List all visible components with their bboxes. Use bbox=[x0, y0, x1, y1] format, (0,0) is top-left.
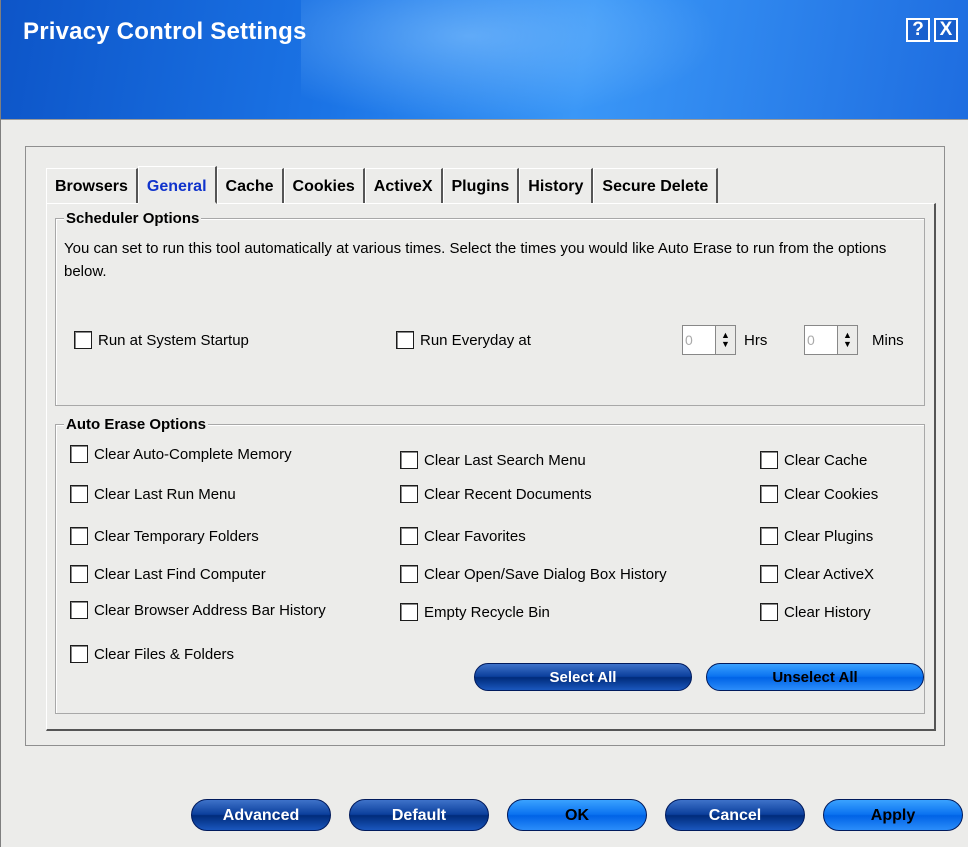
run-everyday-label: Run Everyday at bbox=[420, 331, 531, 349]
tab-cookies[interactable]: Cookies bbox=[283, 168, 365, 204]
run-startup-checkbox[interactable]: Run at System Startup bbox=[74, 331, 249, 349]
checkbox-label: Clear Cookies bbox=[784, 485, 879, 503]
checkbox-label: Clear Files & Folders bbox=[94, 645, 235, 663]
hours-input[interactable]: 0 bbox=[682, 325, 716, 355]
checkbox-label: Clear Auto-Complete Memory bbox=[94, 445, 292, 463]
tab-content: Scheduler Options You can set to run thi… bbox=[46, 203, 936, 731]
checkbox-label: Clear Open/Save Dialog Box History bbox=[424, 565, 667, 583]
tab-strip: Browsers General Cache Cookies ActiveX P… bbox=[46, 166, 719, 204]
empty-recycle-bin-checkbox[interactable]: Empty Recycle Bin bbox=[400, 603, 550, 621]
tab-cache[interactable]: Cache bbox=[216, 168, 284, 204]
advanced-button[interactable]: Advanced bbox=[191, 799, 331, 831]
checkbox-box[interactable] bbox=[400, 565, 418, 583]
tab-plugins[interactable]: Plugins bbox=[442, 168, 520, 204]
checkbox-label: Clear Last Run Menu bbox=[94, 485, 236, 503]
tab-history[interactable]: History bbox=[519, 168, 594, 204]
clear-temp-folders-checkbox[interactable]: Clear Temporary Folders bbox=[70, 527, 259, 545]
tab-general[interactable]: General bbox=[137, 166, 217, 204]
checkbox-label: Empty Recycle Bin bbox=[424, 603, 550, 621]
checkbox-label: Clear Cache bbox=[784, 451, 868, 469]
hours-spin-buttons[interactable]: ▲ ▼ bbox=[716, 325, 736, 355]
privacy-settings-window: Privacy Control Settings ? X Browsers Ge… bbox=[0, 0, 968, 847]
checkbox-box[interactable] bbox=[396, 331, 414, 349]
clear-autocomplete-checkbox[interactable]: Clear Auto-Complete Memory bbox=[70, 445, 292, 463]
cancel-button[interactable]: Cancel bbox=[665, 799, 805, 831]
close-icon[interactable]: X bbox=[934, 18, 958, 42]
minutes-input[interactable]: 0 bbox=[804, 325, 838, 355]
clear-cookies-checkbox[interactable]: Clear Cookies bbox=[760, 485, 878, 503]
checkbox-box[interactable] bbox=[70, 485, 88, 503]
checkbox-box[interactable] bbox=[760, 527, 778, 545]
checkbox-label: Clear Browser Address Bar History bbox=[94, 601, 326, 619]
minutes-label: Mins bbox=[872, 331, 904, 349]
scheduler-group: Scheduler Options You can set to run thi… bbox=[55, 210, 925, 406]
checkbox-label: Clear History bbox=[784, 603, 871, 621]
auto-erase-title: Auto Erase Options bbox=[64, 416, 209, 433]
select-all-button[interactable]: Select All bbox=[474, 663, 692, 691]
checkbox-box[interactable] bbox=[70, 645, 88, 663]
clear-plugins-checkbox[interactable]: Clear Plugins bbox=[760, 527, 873, 545]
clear-recent-docs-checkbox[interactable]: Clear Recent Documents bbox=[400, 485, 592, 503]
checkbox-box[interactable] bbox=[70, 527, 88, 545]
checkbox-label: Clear Favorites bbox=[424, 527, 526, 545]
checkbox-box[interactable] bbox=[760, 451, 778, 469]
hours-stepper[interactable]: 0 ▲ ▼ Hrs bbox=[682, 325, 767, 355]
clear-files-folders-checkbox[interactable]: Clear Files & Folders bbox=[70, 645, 234, 663]
default-button[interactable]: Default bbox=[349, 799, 489, 831]
spin-down-icon[interactable]: ▼ bbox=[721, 340, 730, 349]
clear-last-run-checkbox[interactable]: Clear Last Run Menu bbox=[70, 485, 236, 503]
checkbox-label: Clear ActiveX bbox=[784, 565, 875, 583]
help-icon[interactable]: ? bbox=[906, 18, 930, 42]
scheduler-title: Scheduler Options bbox=[64, 210, 202, 227]
checkbox-label: Clear Temporary Folders bbox=[94, 527, 259, 545]
checkbox-box[interactable] bbox=[70, 445, 88, 463]
hours-label: Hrs bbox=[744, 331, 768, 349]
scheduler-description: You can set to run this tool automatical… bbox=[64, 240, 887, 280]
run-startup-label: Run at System Startup bbox=[98, 331, 249, 349]
checkbox-box[interactable] bbox=[760, 485, 778, 503]
checkbox-box[interactable] bbox=[400, 603, 418, 621]
minutes-spin-buttons[interactable]: ▲ ▼ bbox=[838, 325, 858, 355]
window-title: Privacy Control Settings bbox=[23, 18, 307, 45]
checkbox-box[interactable] bbox=[400, 485, 418, 503]
clear-history-checkbox[interactable]: Clear History bbox=[760, 603, 871, 621]
checkbox-box[interactable] bbox=[400, 527, 418, 545]
spin-down-icon[interactable]: ▼ bbox=[843, 340, 852, 349]
minutes-stepper[interactable]: 0 ▲ ▼ Mins bbox=[804, 325, 904, 355]
tab-browsers[interactable]: Browsers bbox=[46, 168, 138, 204]
checkbox-label: Clear Plugins bbox=[784, 527, 874, 545]
run-everyday-checkbox[interactable]: Run Everyday at bbox=[396, 331, 531, 349]
checkbox-box[interactable] bbox=[70, 565, 88, 583]
clear-activex-checkbox[interactable]: Clear ActiveX bbox=[760, 565, 874, 583]
auto-erase-group: Auto Erase Options Clear Auto-Complete M… bbox=[55, 416, 925, 714]
clear-cache-checkbox[interactable]: Clear Cache bbox=[760, 451, 867, 469]
checkbox-box[interactable] bbox=[760, 565, 778, 583]
tab-secure-delete[interactable]: Secure Delete bbox=[593, 168, 719, 204]
unselect-all-button[interactable]: Unselect All bbox=[706, 663, 924, 691]
checkbox-box[interactable] bbox=[400, 451, 418, 469]
clear-last-find-checkbox[interactable]: Clear Last Find Computer bbox=[70, 565, 266, 583]
clear-favorites-checkbox[interactable]: Clear Favorites bbox=[400, 527, 526, 545]
ok-button[interactable]: OK bbox=[507, 799, 647, 831]
clear-last-search-checkbox[interactable]: Clear Last Search Menu bbox=[400, 451, 586, 469]
checkbox-label: Clear Last Find Computer bbox=[94, 565, 266, 583]
clear-address-bar-checkbox[interactable]: Clear Browser Address Bar History bbox=[70, 601, 326, 619]
checkbox-box[interactable] bbox=[74, 331, 92, 349]
checkbox-box[interactable] bbox=[70, 601, 88, 619]
apply-button[interactable]: Apply bbox=[823, 799, 963, 831]
clear-open-save-history-checkbox[interactable]: Clear Open/Save Dialog Box History bbox=[400, 565, 667, 583]
title-bar: Privacy Control Settings ? X bbox=[1, 0, 968, 120]
checkbox-box[interactable] bbox=[760, 603, 778, 621]
checkbox-label: Clear Last Search Menu bbox=[424, 451, 586, 469]
checkbox-label: Clear Recent Documents bbox=[424, 485, 592, 503]
tab-activex[interactable]: ActiveX bbox=[364, 168, 443, 204]
